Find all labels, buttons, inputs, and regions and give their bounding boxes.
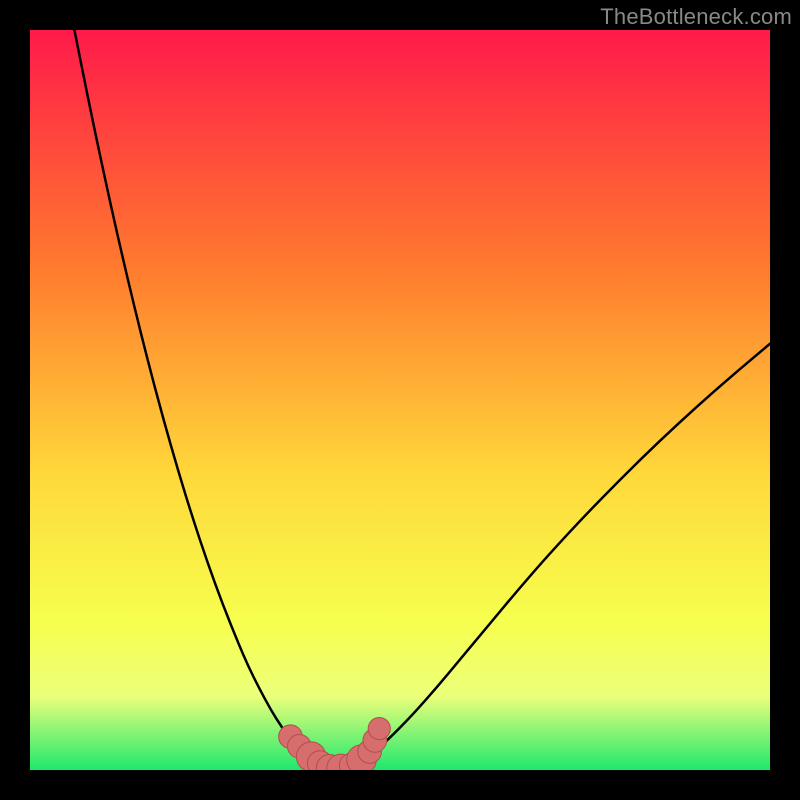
gradient-background xyxy=(30,30,770,770)
plot-area xyxy=(30,30,770,770)
data-marker xyxy=(368,717,390,739)
watermark-text: TheBottleneck.com xyxy=(600,4,792,30)
bottleneck-curve-chart xyxy=(30,30,770,770)
chart-frame: TheBottleneck.com xyxy=(0,0,800,800)
